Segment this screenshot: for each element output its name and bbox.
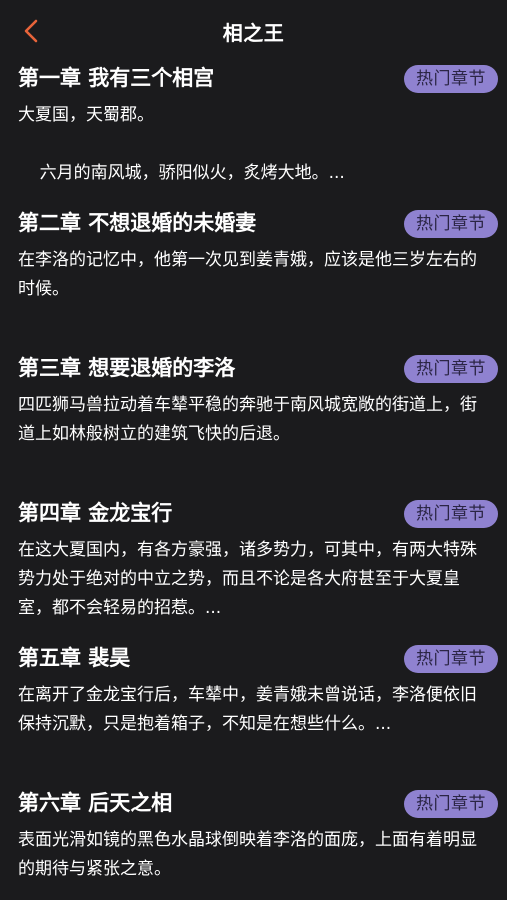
top-bar: 相之王 <box>0 0 507 60</box>
chapter-excerpt: 在李洛的记忆中，他第一次见到姜青娥，应该是他三岁左右的时候。 <box>18 250 477 299</box>
chapter-title: 第二章 不想退婚的未婚妻 <box>18 211 257 235</box>
hot-chapter-badge: 热门章节 <box>404 500 498 528</box>
hot-chapter-badge: 热门章节 <box>404 790 498 818</box>
chapter-excerpt: 大夏国，天蜀郡。 六月的南风城，骄阳似火，炙烤大地。... <box>18 105 345 183</box>
chapter-title: 第五章 裴昊 <box>18 646 131 670</box>
hot-chapter-badge: 热门章节 <box>404 65 498 93</box>
chapter-excerpt: 四匹狮马兽拉动着车辇平稳的奔驰于南风城宽敞的街道上，街道上如林般树立的建筑飞快的… <box>18 395 477 444</box>
chapter-title: 第一章 我有三个相宫 <box>18 66 215 90</box>
chapter-excerpt: 表面光滑如镜的黑色水晶球倒映着李洛的面庞，上面有着明显的期待与紧张之意。 <box>18 830 477 879</box>
chapter-title: 第三章 想要退婚的李洛 <box>18 356 236 380</box>
hot-chapter-badge: 热门章节 <box>404 355 498 383</box>
hot-chapter-badge: 热门章节 <box>404 645 498 673</box>
chapter-excerpt: 在这大夏国内，有各方豪强，诸多势力，可其中，有两大特殊势力处于绝对的中立之势，而… <box>18 540 477 618</box>
chapter-title: 第六章 后天之相 <box>18 791 173 815</box>
page-title: 相之王 <box>222 21 285 45</box>
chapter-excerpt: 在离开了金龙宝行后，车辇中，姜青娥未曾说话，李洛便依旧保持沉默，只是抱着箱子，不… <box>18 685 477 734</box>
chapter-title: 第四章 金龙宝行 <box>18 501 173 525</box>
hot-chapter-badge: 热门章节 <box>404 210 498 238</box>
